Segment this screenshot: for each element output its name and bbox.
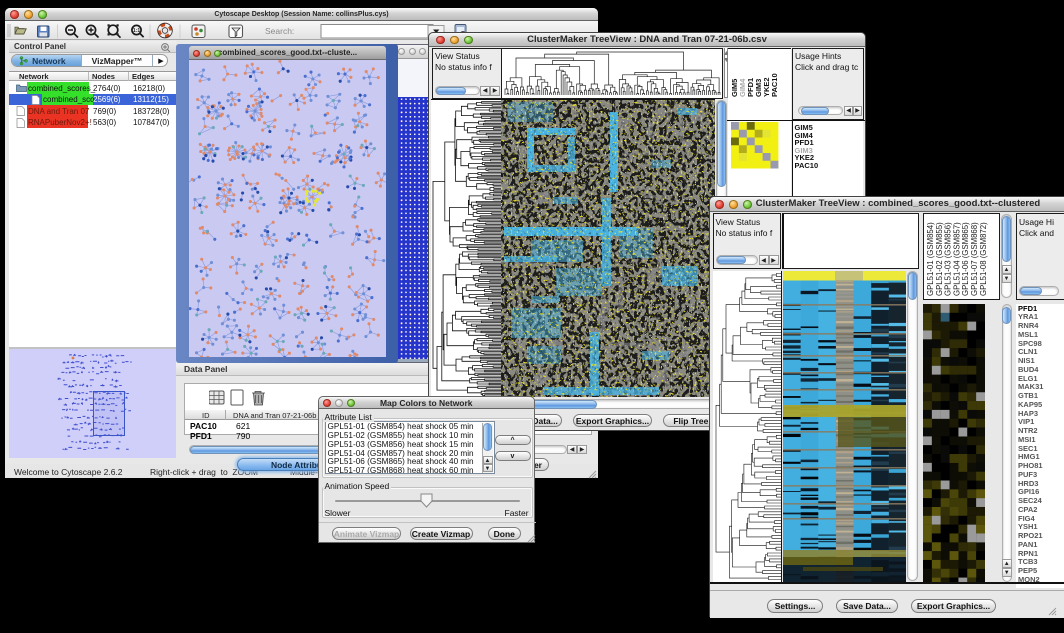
svg-text:GPL51-01 (GSM854): GPL51-01 (GSM854) <box>926 222 935 296</box>
svg-text:GPL51-03 (GSM856): GPL51-03 (GSM856) <box>944 222 953 296</box>
svg-text:GPL51-04 (GSM857): GPL51-04 (GSM857) <box>952 222 961 296</box>
svg-text:GPL51-07 (GSM868): GPL51-07 (GSM868) <box>970 222 979 296</box>
svg-text:1:1: 1:1 <box>133 28 140 34</box>
svg-text:Search:: Search: <box>265 26 294 36</box>
svg-text:PAC10: PAC10 <box>770 73 779 97</box>
svg-text:GPL51-06 (GSM865): GPL51-06 (GSM865) <box>961 222 970 296</box>
svg-text:GPL51-02 (GSM855): GPL51-02 (GSM855) <box>935 222 944 296</box>
svg-text:GPL51-08 (GSM872): GPL51-08 (GSM872) <box>979 222 988 296</box>
